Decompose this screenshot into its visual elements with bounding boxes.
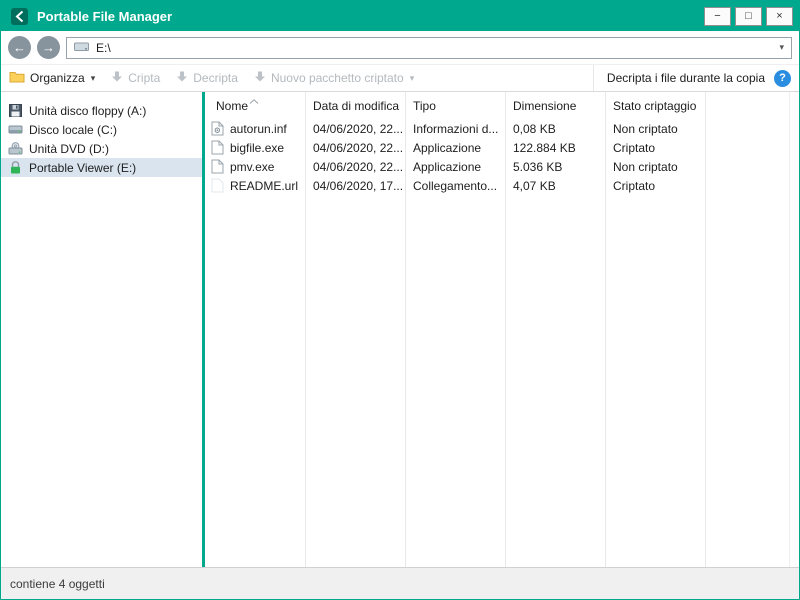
organize-label: Organizza <box>30 71 85 85</box>
minimize-button[interactable]: − <box>704 7 731 26</box>
content-area: Unità disco floppy (A:) Disco locale (C:… <box>1 92 799 567</box>
folder-icon <box>9 70 25 86</box>
file-name: pmv.exe <box>230 160 274 174</box>
file-encryption-status: Non criptato <box>605 122 705 136</box>
url-file-icon <box>211 178 224 193</box>
file-size: 5.036 KB <box>505 160 605 174</box>
titlebar[interactable]: Portable File Manager − □ × <box>1 1 799 31</box>
new-package-label: Nuovo pacchetto criptato <box>271 71 404 85</box>
encrypt-button[interactable]: Cripta <box>111 70 160 86</box>
close-button[interactable]: × <box>766 7 793 26</box>
file-size: 4,07 KB <box>505 179 605 193</box>
column-separator <box>305 92 306 567</box>
encrypt-label: Cripta <box>128 71 160 85</box>
file-name: README.url <box>230 179 298 193</box>
column-separator <box>505 92 506 567</box>
lock-icon <box>8 160 23 175</box>
sidebar-item-label: Portable Viewer (E:) <box>29 161 136 175</box>
sidebar-item-floppy-a[interactable]: Unità disco floppy (A:) <box>1 101 202 120</box>
dvd-drive-icon <box>8 141 23 156</box>
file-encryption-status: Non criptato <box>605 160 705 174</box>
file-type: Informazioni d... <box>405 122 505 136</box>
file-modified: 04/06/2020, 17... <box>305 179 405 193</box>
file-list: Nome Data di modifica Tipo Dimensione St… <box>205 92 789 567</box>
file-size: 0,08 KB <box>505 122 605 136</box>
decrypt-arrow-icon <box>176 70 188 86</box>
portable-file-manager-window: Portable File Manager − □ × ← → E:\ ▾ Or… <box>0 0 800 600</box>
new-encrypted-package-button[interactable]: Nuovo pacchetto criptato ▾ <box>254 70 414 86</box>
file-size: 122.884 KB <box>505 141 605 155</box>
column-separator <box>605 92 606 567</box>
column-header-encryption-status[interactable]: Stato criptaggio <box>605 99 705 113</box>
table-row[interactable]: README.url 04/06/2020, 17... Collegament… <box>205 176 789 195</box>
column-header-type[interactable]: Tipo <box>405 99 505 113</box>
file-name: autorun.inf <box>230 122 287 136</box>
kaspersky-logo-icon <box>11 8 28 25</box>
file-encryption-status: Criptato <box>605 141 705 155</box>
file-name-cell: pmv.exe <box>205 159 305 174</box>
table-row[interactable]: pmv.exe 04/06/2020, 22... Applicazione 5… <box>205 157 789 176</box>
file-name: bigfile.exe <box>230 141 284 155</box>
sidebar-item-label: Disco locale (C:) <box>29 123 117 137</box>
setup-info-file-icon <box>211 121 224 136</box>
new-package-arrow-icon <box>254 70 266 86</box>
column-header-size[interactable]: Dimensione <box>505 99 605 113</box>
sidebar-item-label: Unità DVD (D:) <box>29 142 109 156</box>
decrypt-on-copy-label: Decripta i file durante la copia <box>607 71 765 85</box>
column-header-modified[interactable]: Data di modifica <box>305 99 405 113</box>
help-icon[interactable]: ? <box>774 70 791 87</box>
file-name-cell: README.url <box>205 178 305 193</box>
sidebar-item-dvd-d[interactable]: Unità DVD (D:) <box>1 139 202 158</box>
back-button[interactable]: ← <box>8 36 31 59</box>
floppy-icon <box>8 103 23 118</box>
status-text: contiene 4 oggetti <box>10 577 105 591</box>
drive-icon <box>74 41 89 55</box>
address-bar[interactable]: E:\ ▾ <box>66 37 792 59</box>
maximize-button[interactable]: □ <box>735 7 762 26</box>
table-row[interactable]: autorun.inf 04/06/2020, 22... Informazio… <box>205 119 789 138</box>
drive-tree: Unità disco floppy (A:) Disco locale (C:… <box>1 92 202 567</box>
status-bar: contiene 4 oggetti <box>1 567 799 599</box>
table-row[interactable]: bigfile.exe 04/06/2020, 22... Applicazio… <box>205 138 789 157</box>
application-file-icon <box>211 159 224 174</box>
file-modified: 04/06/2020, 22... <box>305 160 405 174</box>
sidebar-item-local-disk-c[interactable]: Disco locale (C:) <box>1 120 202 139</box>
address-text: E:\ <box>96 41 111 55</box>
navigation-bar: ← → E:\ ▾ <box>1 31 799 64</box>
sort-ascending-icon <box>249 93 259 107</box>
file-type: Applicazione <box>405 160 505 174</box>
encrypt-arrow-icon <box>111 70 123 86</box>
sidebar-item-label: Unità disco floppy (A:) <box>29 104 146 118</box>
window-controls: − □ × <box>700 7 793 26</box>
chevron-down-icon: ▾ <box>91 73 96 84</box>
toolbar-right-group: Decripta i file durante la copia ? <box>593 65 791 91</box>
application-file-icon <box>211 140 224 155</box>
new-package-chevron-down-icon: ▾ <box>410 73 415 84</box>
decrypt-label: Decripta <box>193 71 238 85</box>
file-encryption-status: Criptato <box>605 179 705 193</box>
file-type: Collegamento... <box>405 179 505 193</box>
address-dropdown-icon[interactable]: ▾ <box>779 42 784 53</box>
decrypt-button[interactable]: Decripta <box>176 70 238 86</box>
file-name-cell: autorun.inf <box>205 121 305 136</box>
organize-button[interactable]: Organizza ▾ <box>9 70 95 86</box>
column-separator <box>405 92 406 567</box>
file-name-cell: bigfile.exe <box>205 140 305 155</box>
file-modified: 04/06/2020, 22... <box>305 141 405 155</box>
file-modified: 04/06/2020, 22... <box>305 122 405 136</box>
toolbar: Organizza ▾ Cripta Decripta Nuovo pacche… <box>1 64 799 92</box>
file-type: Applicazione <box>405 141 505 155</box>
forward-button[interactable]: → <box>37 36 60 59</box>
window-title: Portable File Manager <box>37 9 691 24</box>
sidebar-item-portable-viewer-e[interactable]: Portable Viewer (E:) <box>1 158 202 177</box>
hard-disk-icon <box>8 122 23 137</box>
file-list-header: Nome Data di modifica Tipo Dimensione St… <box>205 92 789 119</box>
column-separator <box>705 92 706 567</box>
vertical-scrollbar[interactable] <box>789 92 799 567</box>
